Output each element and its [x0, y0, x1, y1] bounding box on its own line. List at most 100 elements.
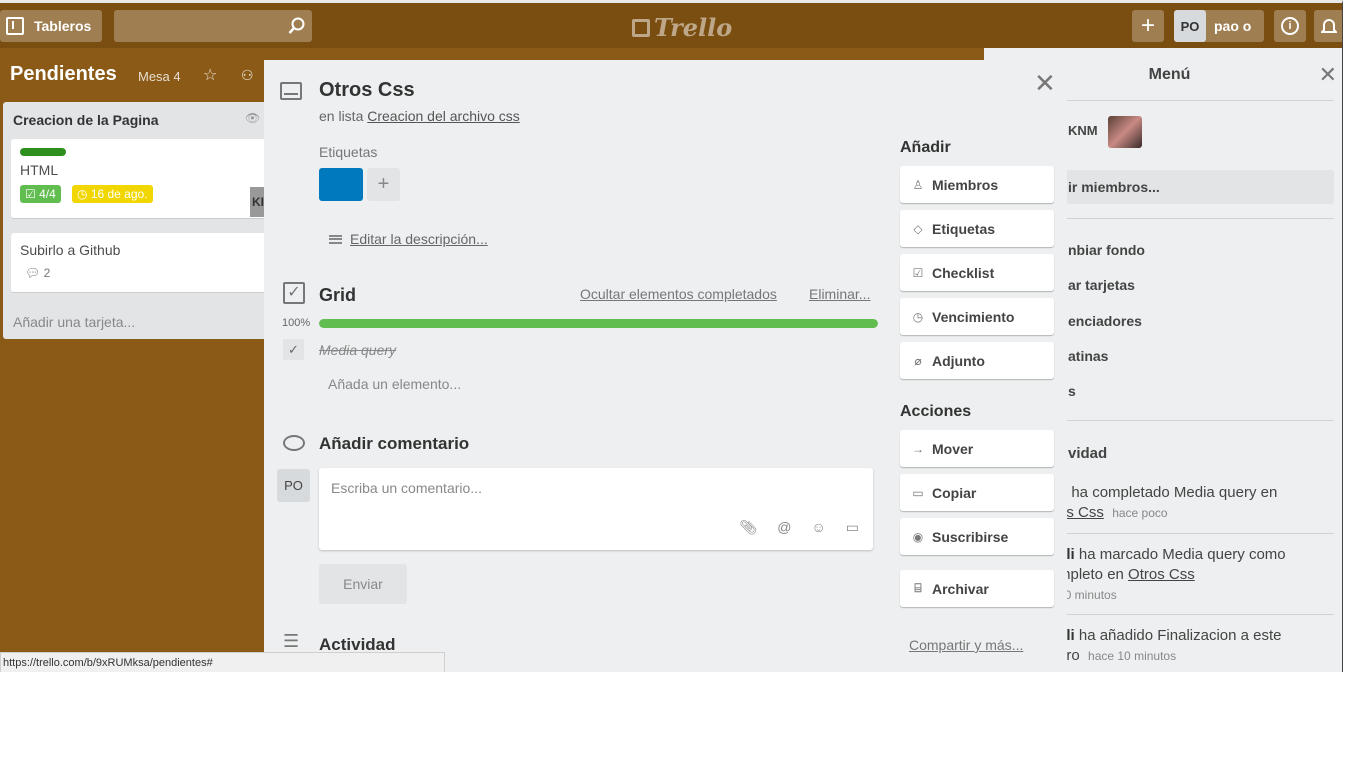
info-icon: i: [1281, 17, 1299, 35]
bell-icon: [1321, 19, 1337, 33]
send-button[interactable]: Enviar: [319, 564, 407, 604]
due-date-button[interactable]: ◷ Vencimiento: [900, 298, 1054, 335]
add-label-button[interactable]: +: [367, 168, 400, 201]
card-icon[interactable]: ▭: [846, 519, 859, 536]
member-photo[interactable]: [1108, 116, 1142, 148]
add-checklist-item[interactable]: Añada un elemento...: [328, 376, 461, 392]
card-title: Subirlo a Github: [20, 242, 121, 258]
board-team[interactable]: Mesa 4: [138, 69, 181, 84]
person-icon: ♙: [912, 177, 924, 192]
user-menu-button[interactable]: PO pao o: [1174, 10, 1264, 42]
clock-icon: ◷: [912, 309, 924, 324]
star-icon[interactable]: ☆: [203, 65, 217, 85]
activity-item: eli ha marcado Media query como mpleto e…: [1058, 545, 1334, 605]
list: Creacion de la Pagina 👁 HTML ☑ 4/4 ◷ 16 …: [3, 102, 273, 339]
blank-area: [0, 672, 1348, 768]
hide-completed-link[interactable]: Ocultar elementos completados: [580, 286, 777, 302]
members-button[interactable]: ♙ Miembros: [900, 166, 1054, 203]
share-link[interactable]: Compartir y más...: [909, 637, 1023, 653]
button-label: Copiar: [932, 484, 977, 501]
notifications-button[interactable]: [1314, 10, 1342, 42]
copy-button[interactable]: ▭ Copiar: [900, 474, 1054, 511]
checkbox-icon: ☑: [25, 187, 40, 201]
status-bar-url: https://trello.com/b/9xRUMksa/pendientes…: [0, 652, 445, 672]
checklist-progress: [319, 319, 878, 328]
comment-icon: [283, 435, 305, 451]
mention-icon[interactable]: @: [777, 519, 791, 536]
checklist-item-checkbox[interactable]: ✓: [283, 339, 304, 360]
checklist-title[interactable]: Grid: [319, 285, 356, 306]
list-link[interactable]: Creacion del archivo css: [367, 108, 520, 124]
boards-label: Tableros: [34, 18, 92, 34]
delete-checklist-link[interactable]: Eliminar...: [809, 286, 870, 302]
subscribe-button[interactable]: ◉ Suscribirse: [900, 518, 1054, 555]
checklist-button[interactable]: ☑ Checklist: [900, 254, 1054, 291]
menu-item-filter[interactable]: ar tarjetas: [1068, 277, 1135, 293]
comments-badge: 💬︎ 2: [25, 266, 50, 280]
divider: [1058, 533, 1334, 534]
eye-icon: ◉: [912, 529, 924, 544]
activity-text: ha marcado Media query como: [1074, 546, 1286, 563]
menu-item-background[interactable]: nbiar fondo: [1068, 242, 1145, 258]
menu-item-powerups[interactable]: enciadores: [1068, 313, 1142, 329]
top-header: Tableros Trello + PO pao o i: [0, 3, 1342, 48]
add-members-button[interactable]: ir miembros...: [1044, 170, 1334, 204]
visibility-icon[interactable]: ⚇: [241, 67, 254, 84]
menu-item-stickers[interactable]: atinas: [1068, 348, 1108, 364]
activity-time: hace poco: [1112, 506, 1168, 520]
button-label: Checklist: [932, 264, 995, 281]
user-name: pao o: [1214, 18, 1252, 34]
menu-item-more[interactable]: s: [1068, 383, 1076, 399]
card-label[interactable]: [319, 168, 363, 201]
trello-logo-text: Trello: [654, 13, 733, 42]
list-card[interactable]: Subirlo a Github 💬︎ 2: [11, 233, 273, 293]
add-button[interactable]: +: [1132, 10, 1164, 42]
list-card[interactable]: HTML ☑ 4/4 ◷ 16 de ago. KI: [11, 139, 273, 219]
activity-time: hace 10 minutos: [1088, 649, 1177, 663]
activity-link[interactable]: Otros Css: [1128, 566, 1195, 583]
description-icon: [329, 234, 342, 244]
comments-count: 2: [43, 266, 51, 280]
member-avatar[interactable]: KNM: [1068, 123, 1098, 138]
list-title[interactable]: Creacion de la Pagina: [13, 112, 159, 128]
trello-logo[interactable]: Trello: [632, 13, 732, 42]
close-icon[interactable]: ✕: [1319, 62, 1337, 88]
search-input[interactable]: [114, 10, 312, 42]
card-title: HTML: [20, 162, 59, 178]
comment-icon: 💬︎: [25, 266, 44, 280]
in-list-prefix: en lista: [319, 108, 368, 124]
add-heading: Añadir: [900, 139, 951, 156]
button-label: Etiquetas: [932, 220, 996, 237]
labels-button[interactable]: ◇ Etiquetas: [900, 210, 1054, 247]
checklist-item[interactable]: Media query: [319, 342, 396, 358]
comment-input[interactable]: Escriba un comentario... 📎︎ @ ☺ ▭: [319, 468, 873, 550]
activity-item: eli ha añadido Finalizacion a este ero h…: [1058, 626, 1334, 666]
move-button[interactable]: → Mover: [900, 430, 1054, 467]
button-label: Mover: [932, 440, 974, 457]
search-icon: [288, 17, 305, 34]
due-date-badge: ◷ 16 de ago.: [72, 185, 153, 203]
comment-placeholder: Escriba un comentario...: [331, 480, 482, 496]
checklist-percent: 100%: [282, 317, 311, 329]
eye-icon: 👁: [245, 111, 261, 125]
button-label: Suscribirse: [932, 528, 1009, 545]
trello-window: Tableros Trello + PO pao o i Pendientes …: [0, 0, 1343, 672]
board-title[interactable]: Pendientes: [10, 63, 117, 86]
boards-icon: [6, 17, 24, 35]
emoji-icon[interactable]: ☺: [811, 519, 825, 536]
add-card-link[interactable]: Añadir una tarjeta...: [13, 314, 135, 330]
close-icon[interactable]: ✕: [1034, 68, 1056, 99]
button-label: Vencimiento: [932, 308, 1015, 325]
paperclip-icon[interactable]: 📎︎: [739, 519, 757, 536]
edit-description-link[interactable]: Editar la descripción...: [329, 231, 488, 247]
activity-heading: vidad: [1068, 445, 1108, 462]
activity-text: mpleto en: [1058, 566, 1129, 583]
avatar[interactable]: PO: [277, 469, 310, 502]
card-title[interactable]: Otros Css: [319, 79, 415, 102]
archive-button[interactable]: ⌸ Archivar: [900, 570, 1054, 607]
info-button[interactable]: i: [1274, 10, 1306, 42]
attachment-button[interactable]: ⌀ Adjunto: [900, 342, 1054, 379]
boards-button[interactable]: Tableros: [0, 10, 102, 42]
button-label: Adjunto: [932, 352, 985, 369]
actions-heading: Acciones: [900, 403, 972, 420]
